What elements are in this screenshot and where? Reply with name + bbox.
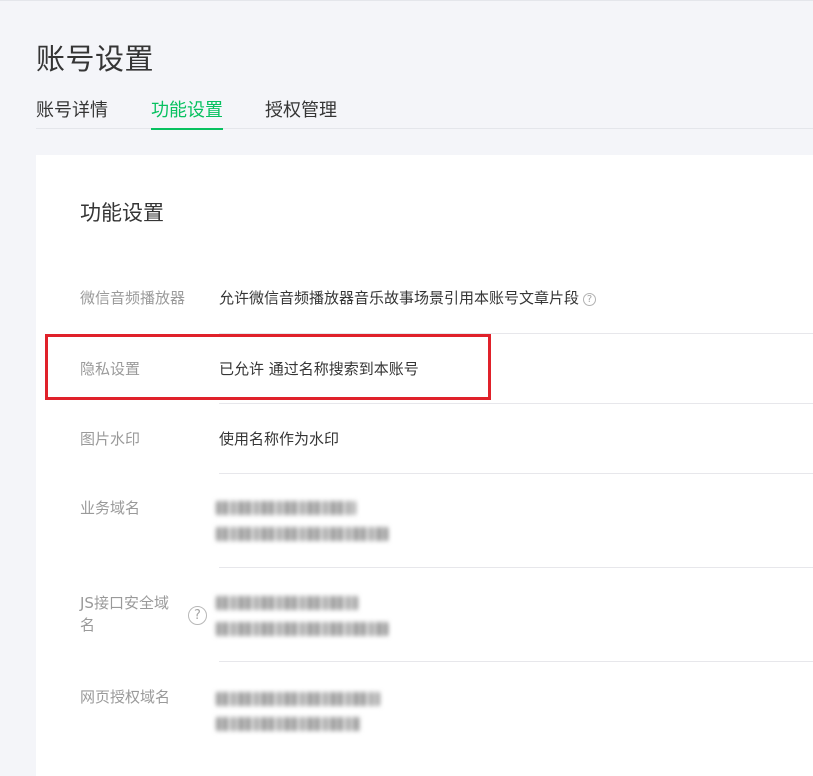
setting-row-audio-player: 微信音频播放器 允许微信音频播放器音乐故事场景引用本账号文章片段? [80, 263, 813, 334]
setting-row-business-domain: 业务域名 [80, 474, 813, 568]
tab-bar: 账号详情 功能设置 授权管理 [36, 96, 813, 130]
redacted-domain-line [216, 596, 358, 610]
settings-card: 功能设置 微信音频播放器 允许微信音频播放器音乐故事场景引用本账号文章片段? 隐… [36, 155, 813, 776]
redacted-domain-line [216, 692, 380, 706]
redacted-domain-line [216, 717, 360, 731]
top-border [0, 0, 813, 1]
setting-label-js-domain: JS接口安全域 名 [80, 592, 169, 636]
setting-row-webpage-auth-domain: 网页授权域名 [80, 662, 813, 776]
redacted-domain-line [216, 622, 388, 636]
section-title: 功能设置 [80, 201, 164, 225]
setting-value-watermark: 使用名称作为水印 [219, 430, 340, 448]
redacted-domain-line [216, 527, 388, 541]
setting-label-business-domain: 业务域名 [80, 499, 141, 517]
setting-value-audio-player: 允许微信音频播放器音乐故事场景引用本账号文章片段? [219, 287, 597, 309]
tab-account-details[interactable]: 账号详情 [36, 96, 108, 129]
setting-row-js-domain: JS接口安全域 名 ? [80, 568, 813, 662]
setting-label-watermark: 图片水印 [80, 430, 141, 448]
tab-function-settings[interactable]: 功能设置 [151, 96, 223, 130]
highlight-annotation-box [45, 334, 491, 400]
setting-label-webpage-auth-domain: 网页授权域名 [80, 688, 171, 706]
setting-label-audio-player: 微信音频播放器 [80, 289, 186, 307]
question-circle-icon[interactable]: ? [583, 293, 597, 306]
redacted-domain-line [216, 501, 356, 515]
js-domain-label-line1: JS接口安全域 [80, 594, 169, 612]
js-domain-label-line2: 名 [80, 616, 96, 634]
setting-row-watermark: 图片水印 使用名称作为水印 [80, 404, 813, 474]
page-title: 账号设置 [36, 42, 155, 76]
tab-authorization-management[interactable]: 授权管理 [265, 96, 337, 129]
question-circle-icon[interactable]: ? [188, 606, 207, 625]
audio-player-text: 允许微信音频播放器音乐故事场景引用本账号文章片段 [219, 289, 580, 307]
